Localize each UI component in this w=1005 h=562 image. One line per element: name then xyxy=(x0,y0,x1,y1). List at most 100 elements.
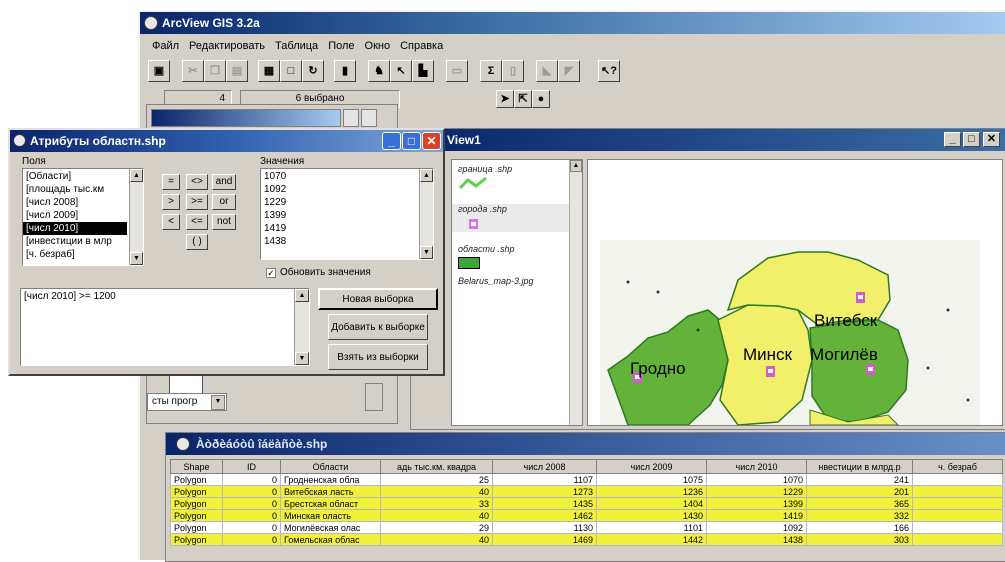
project-minimize-button[interactable] xyxy=(343,109,359,127)
table-row[interactable]: Polygon 0 Брестская област 33 1435 1404 1399 36… xyxy=(170,497,1003,510)
field-icon[interactable]: ▭ xyxy=(446,60,468,82)
menu-table[interactable]: Таблица xyxy=(275,40,318,52)
table-cell[interactable]: 303 xyxy=(806,533,913,546)
field-item[interactable]: [инвестиции в млр xyxy=(23,235,127,248)
table-cell[interactable]: 40 xyxy=(380,485,493,498)
table-cell[interactable]: 1419 xyxy=(706,509,807,522)
table-cell[interactable]: Гродненская обла xyxy=(280,473,381,486)
operator-less-equal-button[interactable]: <= xyxy=(186,214,208,230)
value-item[interactable]: 1092 xyxy=(261,183,417,196)
scroll-down-icon[interactable]: ▼ xyxy=(130,252,143,265)
table-cell[interactable]: 1438 xyxy=(706,533,807,546)
table-cell[interactable]: 1430 xyxy=(596,509,707,522)
project-scrollbar[interactable] xyxy=(365,383,383,411)
table-row[interactable]: Polygon 0 Минская оласть 40 1462 1430 1419 332 xyxy=(170,509,1003,522)
values-list[interactable]: 1070 1092 1229 1399 1419 1438 ▲ ▼ xyxy=(260,168,434,260)
save-icon[interactable]: ▣ xyxy=(148,60,170,82)
table-cell[interactable]: Polygon xyxy=(170,473,223,486)
table-cell[interactable]: 0 xyxy=(222,509,281,522)
refresh-icon[interactable]: ↻ xyxy=(302,60,324,82)
table-cell[interactable]: 0 xyxy=(222,521,281,534)
table-cell[interactable] xyxy=(912,521,1003,534)
column-header[interactable]: ч. безраб xyxy=(912,459,1003,474)
table-cell[interactable]: 1075 xyxy=(596,473,707,486)
table-cell[interactable]: Минская оласть xyxy=(280,509,381,522)
table-cell[interactable]: 1462 xyxy=(492,509,597,522)
table-cell[interactable]: 1469 xyxy=(492,533,597,546)
table-cell[interactable]: 0 xyxy=(222,473,281,486)
table-cell[interactable]: 1070 xyxy=(706,473,807,486)
chevron-down-icon[interactable]: ▼ xyxy=(211,395,225,410)
table-icon[interactable]: ▦ xyxy=(258,60,280,82)
copy-icon[interactable]: ❐ xyxy=(204,60,226,82)
operator-equals-button[interactable]: = xyxy=(162,174,180,190)
operator-greater-equal-button[interactable]: >= xyxy=(186,194,208,210)
table-row[interactable]: Polygon 0 Могилёвская олас 29 1130 1101 1092 16… xyxy=(170,521,1003,534)
column-header[interactable]: Области xyxy=(280,459,381,474)
layer-basemap[interactable]: Belarus_map-3.jpg xyxy=(458,276,534,286)
menu-field[interactable]: Поле xyxy=(328,40,354,52)
column-header[interactable]: адь тыс.км. квадра xyxy=(380,459,493,474)
dialog-maximize-button[interactable]: □ xyxy=(402,132,421,150)
values-scrollbar[interactable]: ▲ ▼ xyxy=(419,169,433,259)
table-cell[interactable]: 332 xyxy=(806,509,913,522)
table-cell[interactable]: 0 xyxy=(222,533,281,546)
field-item[interactable]: [площадь тыс.км xyxy=(23,183,127,196)
field-item[interactable]: [Области] xyxy=(23,170,127,183)
table-row[interactable]: Polygon 0 Витебская ласть 40 1273 1236 1229 201 xyxy=(170,485,1003,498)
table-cell[interactable]: 1130 xyxy=(492,521,597,534)
operator-greater-button[interactable]: > xyxy=(162,194,180,210)
pointer-icon[interactable]: ➤ xyxy=(496,90,514,108)
add-to-set-button[interactable]: Добавить к выборке xyxy=(328,314,428,340)
operator-not-button[interactable]: not xyxy=(212,214,236,230)
layer-regions[interactable]: области .shp xyxy=(458,244,514,269)
chart-icon[interactable]: ▙ xyxy=(412,60,434,82)
value-item[interactable]: 1070 xyxy=(261,170,417,183)
select-tool-icon[interactable]: ⇱ xyxy=(514,90,532,108)
table-cell[interactable]: 29 xyxy=(380,521,493,534)
scroll-up-icon[interactable]: ▲ xyxy=(420,169,433,182)
table-cell[interactable]: 40 xyxy=(380,509,493,522)
city-marker-mogilev[interactable] xyxy=(866,364,875,375)
table-row[interactable]: Polygon 0 Гродненская обла 25 1107 1075 1070 24… xyxy=(170,473,1003,486)
scroll-up-icon[interactable]: ▲ xyxy=(570,160,582,172)
table-cell[interactable]: 1101 xyxy=(596,521,707,534)
paste-icon[interactable]: ▤ xyxy=(226,60,248,82)
value-item[interactable]: 1438 xyxy=(261,235,417,248)
column-header[interactable]: Shape xyxy=(170,459,223,474)
help-icon[interactable]: ↖? xyxy=(598,60,620,82)
table-cell[interactable] xyxy=(912,533,1003,546)
table-cell[interactable]: 1435 xyxy=(492,497,597,510)
expression-field[interactable]: [числ 2010] >= 1200 ▲ ▼ xyxy=(20,288,310,366)
operator-parentheses-button[interactable]: ( ) xyxy=(186,234,208,250)
table-row[interactable]: Polygon 0 Гомельская облас 40 1469 1442 1438 30… xyxy=(170,533,1003,546)
value-item[interactable]: 1419 xyxy=(261,222,417,235)
layer-border[interactable]: граница .shp xyxy=(458,164,512,190)
table-cell[interactable]: 25 xyxy=(380,473,493,486)
operator-not-equal-button[interactable]: <> xyxy=(186,174,208,190)
table-cell[interactable] xyxy=(912,497,1003,510)
scroll-down-icon[interactable]: ▼ xyxy=(420,246,433,259)
value-item[interactable]: 1399 xyxy=(261,209,417,222)
scroll-up-icon[interactable]: ▲ xyxy=(295,289,309,302)
field-item[interactable]: [числ 2009] xyxy=(23,209,127,222)
table-cell[interactable] xyxy=(912,509,1003,522)
view1-minimize-button[interactable]: _ xyxy=(944,132,961,147)
query-icon[interactable]: ↖ xyxy=(390,60,412,82)
column-header[interactable]: нвестиции в млрд.р xyxy=(806,459,913,474)
menu-help[interactable]: Справка xyxy=(400,40,443,52)
table-cell[interactable]: 166 xyxy=(806,521,913,534)
field-item[interactable]: [ч. безраб] xyxy=(23,248,127,261)
find-icon[interactable]: ♞ xyxy=(368,60,390,82)
clear-icon[interactable]: ◤ xyxy=(558,60,580,82)
table-cell[interactable]: 1229 xyxy=(706,485,807,498)
table-cell[interactable]: 1273 xyxy=(492,485,597,498)
table-cell[interactable]: Гомельская облас xyxy=(280,533,381,546)
project-maximize-button[interactable] xyxy=(361,109,377,127)
menu-edit[interactable]: Редактировать xyxy=(189,40,265,52)
column-header[interactable]: числ 2008 xyxy=(492,459,597,474)
field-item[interactable]: [числ 2010] xyxy=(23,222,127,235)
layer-cities[interactable]: города .shp xyxy=(452,204,582,232)
table-cell[interactable]: 365 xyxy=(806,497,913,510)
new-set-button[interactable]: Новая выборка xyxy=(318,288,438,310)
